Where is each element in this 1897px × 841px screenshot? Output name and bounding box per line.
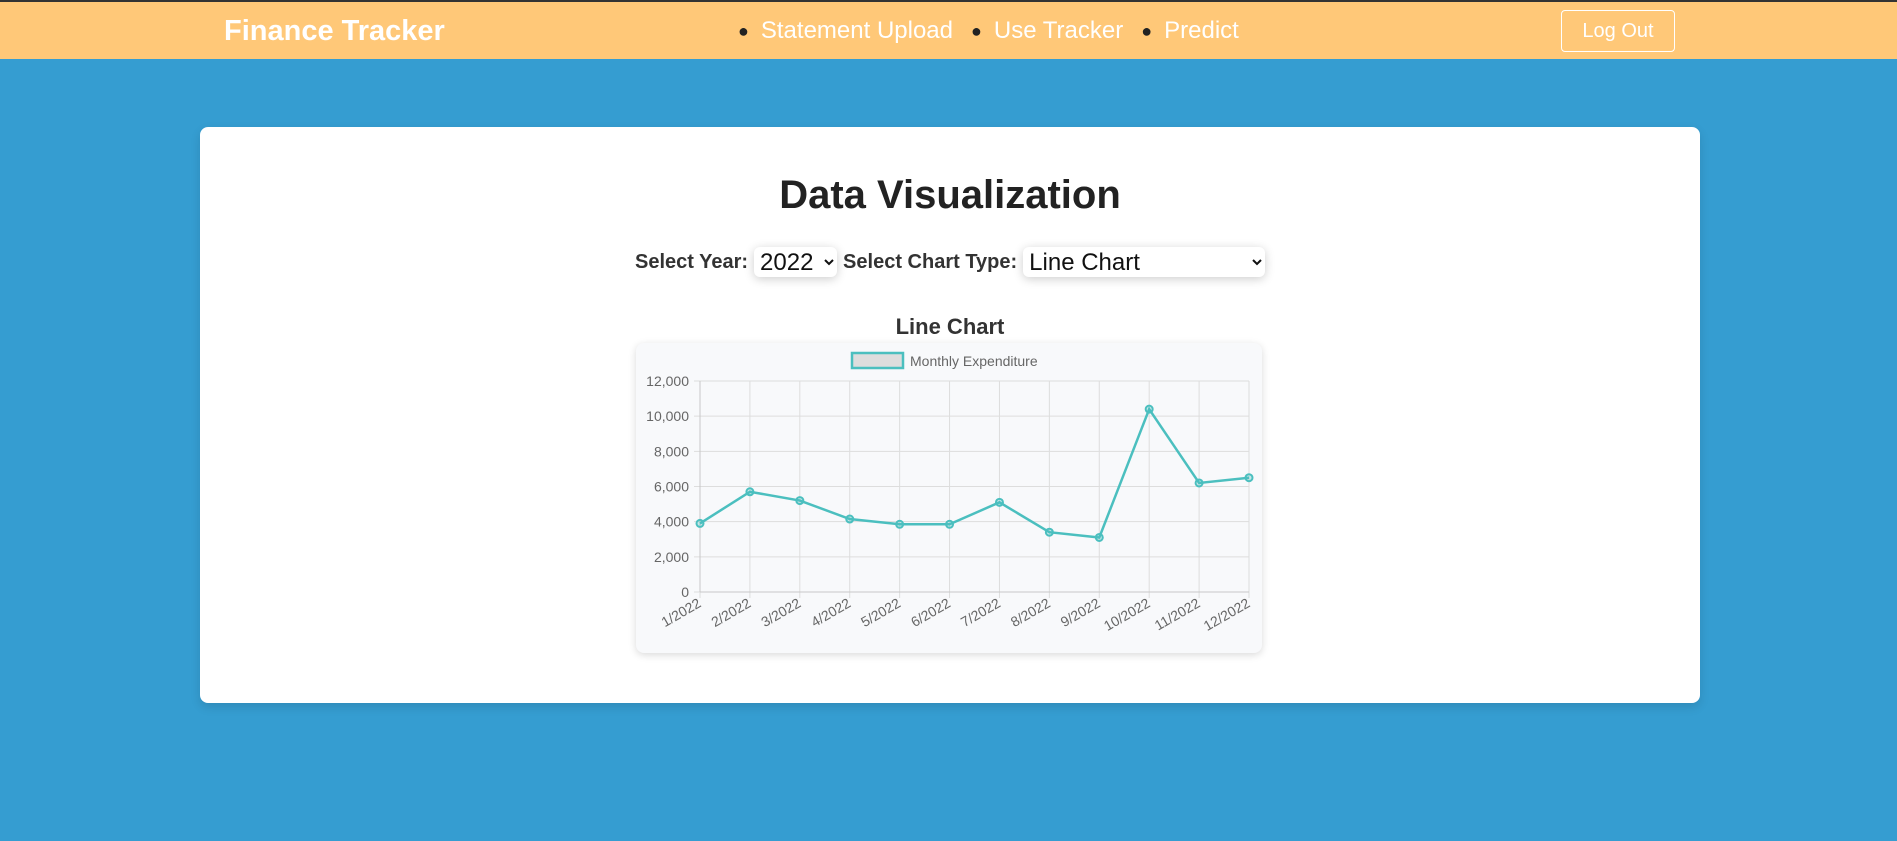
y-tick-label: 0 xyxy=(681,584,689,600)
data-point xyxy=(1194,478,1204,488)
x-tick-label: 6/2022 xyxy=(908,595,953,630)
y-tick-label: 6,000 xyxy=(654,479,689,495)
year-select[interactable]: 2022 xyxy=(754,247,838,277)
data-point xyxy=(845,514,855,524)
data-point xyxy=(1094,532,1104,542)
nav-item-label[interactable]: Statement Upload xyxy=(761,17,953,45)
line-chart: 02,0004,0006,0008,00010,00012,0001/2022 2… xyxy=(646,351,1254,634)
bullet-icon: ● xyxy=(738,20,749,41)
data-point xyxy=(695,518,705,528)
series-line xyxy=(699,406,1250,539)
data-point xyxy=(895,519,905,529)
nav-item-label[interactable]: Predict xyxy=(1164,17,1239,45)
nav-menu: ● Statement Upload ● Use Tracker ● Predi… xyxy=(738,17,1257,45)
legend-swatch xyxy=(850,351,905,370)
data-point xyxy=(945,519,955,529)
data-point xyxy=(795,496,805,506)
data-point xyxy=(1144,404,1154,414)
x-tick-label: 12/2022 xyxy=(1201,595,1253,634)
data-point xyxy=(1044,527,1054,537)
visualization-card: Data Visualization Select Year: 2022 Sel… xyxy=(200,127,1700,703)
data-point xyxy=(745,487,755,497)
x-tick-label: 7/2022 xyxy=(958,595,1003,630)
x-tick-label: 2/2022 xyxy=(708,595,753,630)
brand-title[interactable]: Finance Tracker xyxy=(224,15,445,48)
y-tick-label: 4,000 xyxy=(654,514,689,530)
x-tick-label: 11/2022 xyxy=(1152,595,1203,634)
bullet-icon: ● xyxy=(1141,20,1153,41)
x-tick-label: 8/2022 xyxy=(1008,595,1053,630)
chart-type-select[interactable]: Line Chart xyxy=(1023,247,1266,277)
y-tick-label: 10,000 xyxy=(646,408,689,424)
chart-controls: Select Year: 2022 Select Chart Type: Lin… xyxy=(635,247,1271,277)
nav-item-statement-upload[interactable]: ● Statement Upload xyxy=(738,17,953,45)
x-tick-label: 5/2022 xyxy=(858,595,903,630)
x-tick-label: 10/2022 xyxy=(1101,595,1153,634)
top-navbar: Finance Tracker ● Statement Upload ● Use… xyxy=(0,0,1897,59)
chart-type-label: Select Chart Type: xyxy=(843,250,1018,273)
x-tick-label: 9/2022 xyxy=(1058,595,1103,630)
logout-button[interactable]: Log Out xyxy=(1561,10,1675,52)
nav-item-use-tracker[interactable]: ● Use Tracker xyxy=(971,17,1123,45)
year-label: Select Year: xyxy=(635,250,749,273)
legend-label: Monthly Expenditure xyxy=(910,353,1038,369)
bullet-icon: ● xyxy=(971,20,982,41)
line-chart-container: 0 2,000 4,000 6,000 8,000 10,000 12,000 1/2022 2… xyxy=(636,343,1262,653)
nav-item-predict[interactable]: ● Predict xyxy=(1141,17,1239,45)
chart-heading: Line Chart xyxy=(895,314,1005,339)
page-title: Data Visualization xyxy=(779,173,1121,217)
x-tick-label: 3/2022 xyxy=(758,595,803,630)
data-point xyxy=(994,497,1004,507)
y-tick-label: 2,000 xyxy=(654,549,689,565)
y-tick-label: 12,000 xyxy=(646,373,689,389)
x-tick-label: 4/2022 xyxy=(808,595,853,630)
data-point xyxy=(1244,473,1254,483)
y-tick-label: 8,000 xyxy=(654,443,689,459)
nav-item-label[interactable]: Use Tracker xyxy=(994,17,1123,45)
